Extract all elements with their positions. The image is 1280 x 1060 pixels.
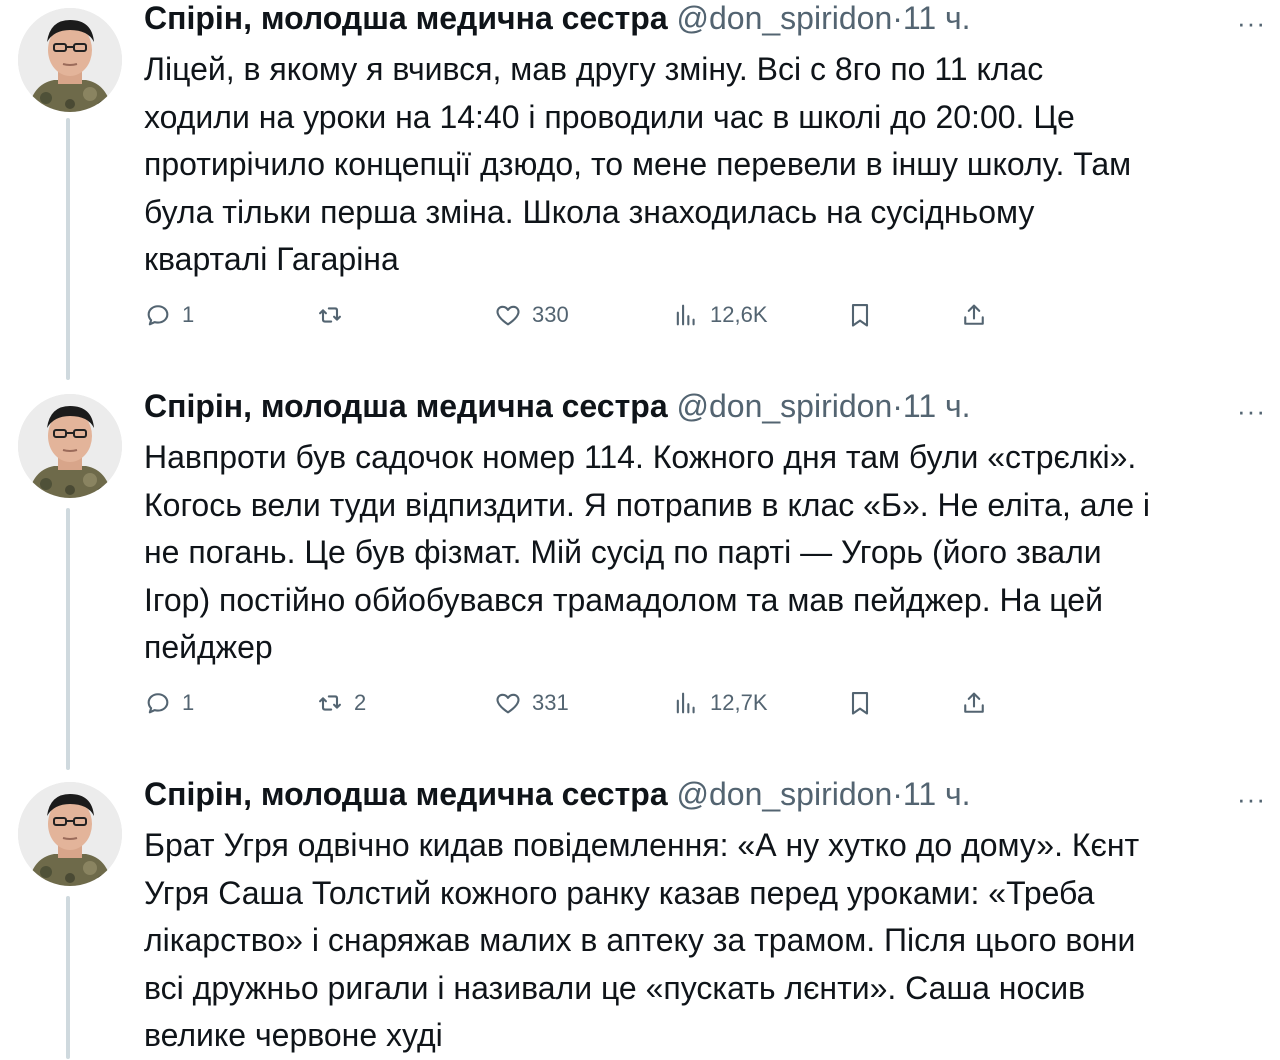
like-button[interactable]: 330 bbox=[494, 300, 569, 330]
share-icon bbox=[964, 304, 984, 325]
heart-icon bbox=[496, 305, 520, 326]
tweet-text-line: пейджер bbox=[144, 629, 273, 665]
timestamp[interactable]: 11 ч. bbox=[903, 0, 971, 36]
tweet-text-line: не погань. Це був фізмат. Мій сусід по п… bbox=[144, 534, 1102, 570]
reply-count: 1 bbox=[182, 690, 195, 715]
more-options-icon[interactable]: ··· bbox=[1237, 8, 1266, 39]
author-name[interactable]: Спірін, молодша медична сестра bbox=[144, 776, 668, 812]
profile-photo bbox=[18, 394, 122, 498]
author-name[interactable]: Спірін, молодша медична сестра bbox=[144, 0, 668, 36]
retweet-icon bbox=[319, 695, 341, 711]
tweet-text-line: Ліцей, в якому я вчився, мав другу зміну… bbox=[144, 51, 1044, 87]
tweet[interactable]: Спірін, молодша медична сестра @don_spir… bbox=[0, 388, 1280, 768]
tweet-text-line: Брат Угря одвічно кидав повідемлення: «А… bbox=[144, 827, 1140, 863]
like-count: 331 bbox=[532, 690, 569, 715]
timestamp[interactable]: 11 ч. bbox=[903, 388, 971, 424]
views-count: 12,7K bbox=[710, 690, 768, 715]
like-button[interactable]: 331 bbox=[494, 688, 569, 718]
author-handle[interactable]: @don_spiridon bbox=[677, 0, 893, 36]
views-chart-icon bbox=[676, 692, 695, 714]
profile-photo bbox=[18, 8, 122, 112]
more-options-icon[interactable]: ··· bbox=[1237, 396, 1266, 427]
tweet-header: Спірін, молодша медична сестра @don_spir… bbox=[144, 0, 971, 38]
like-count: 330 bbox=[532, 302, 569, 327]
tweet-text-line: кварталі Гагаріна bbox=[144, 241, 399, 277]
views-button[interactable]: 12,7K bbox=[672, 688, 768, 718]
timestamp[interactable]: 11 ч. bbox=[903, 776, 971, 812]
author-handle[interactable]: @don_spiridon bbox=[677, 388, 893, 424]
retweet-button[interactable] bbox=[316, 300, 354, 330]
avatar[interactable] bbox=[18, 394, 122, 498]
reply-button[interactable]: 1 bbox=[144, 688, 194, 718]
tweet-text-line: ходили на уроки на 14:40 і проводили час… bbox=[144, 98, 1075, 135]
views-button[interactable]: 12,6K bbox=[672, 300, 768, 330]
share-button[interactable] bbox=[960, 300, 988, 330]
bookmark-button[interactable] bbox=[846, 300, 874, 330]
tweet[interactable]: Спірін, молодша медична сестра @don_spir… bbox=[0, 776, 1280, 1059]
tweet-text-line: велике червоне худі bbox=[144, 1017, 443, 1053]
author-handle[interactable]: @don_spiridon bbox=[677, 776, 893, 812]
tweet-header: Спірін, молодша медична сестра @don_spir… bbox=[144, 774, 971, 814]
heart-icon bbox=[496, 693, 520, 714]
separator-dot: · bbox=[892, 388, 903, 424]
more-options-icon[interactable]: ··· bbox=[1237, 784, 1266, 815]
views-count: 12,6K bbox=[710, 302, 768, 327]
retweet-count: 2 bbox=[354, 690, 367, 715]
tweet-text-line: Угря Саша Толстий кожного ранку казав пе… bbox=[144, 874, 1095, 911]
tweet-text: Ліцей, в якому я вчився, мав другу зміну… bbox=[144, 46, 1254, 284]
tweet-header: Спірін, молодша медична сестра @don_spir… bbox=[144, 386, 971, 426]
tweet-text: Брат Угря одвічно кидав повідемлення: «А… bbox=[144, 822, 1254, 1060]
bookmark-icon bbox=[851, 304, 869, 327]
avatar[interactable] bbox=[18, 782, 122, 886]
share-icon bbox=[964, 692, 984, 713]
tweet-text-line: Когось вели туди відпиздити. Я потрапив … bbox=[144, 486, 1150, 523]
tweet[interactable]: Спірін, молодша медична сестра @don_spir… bbox=[0, 0, 1280, 380]
views-chart-icon bbox=[676, 304, 695, 326]
tweet-text-line: Навпроти був садочок номер 114. Кожного … bbox=[144, 439, 1137, 475]
bookmark-icon bbox=[851, 692, 869, 715]
bookmark-button[interactable] bbox=[846, 688, 874, 718]
tweet-actions: 1 330 12,6K bbox=[144, 300, 1144, 330]
avatar[interactable] bbox=[18, 8, 122, 112]
reply-icon bbox=[147, 305, 169, 326]
tweet-text-line: лікарство» і снаряжав малих в аптеку за … bbox=[144, 922, 1136, 958]
separator-dot: · bbox=[892, 0, 903, 36]
tweet-text-line: всі дружньо ригали і називали це «пускат… bbox=[144, 969, 1086, 1006]
tweet-actions: 1 2 331 12,7K bbox=[144, 688, 1144, 718]
retweet-button[interactable]: 2 bbox=[316, 688, 366, 718]
tweet-text: Навпроти був садочок номер 114. Кожного … bbox=[144, 434, 1254, 672]
tweet-text-line: протирічило концепції дзюдо, то мене пер… bbox=[144, 146, 1132, 182]
reply-count: 1 bbox=[182, 302, 195, 327]
share-button[interactable] bbox=[960, 688, 988, 718]
tweet-text-line: Ігор) постійно обйобувався трамадолом та… bbox=[144, 581, 1103, 618]
profile-photo bbox=[18, 782, 122, 886]
reply-icon bbox=[147, 693, 169, 714]
reply-button[interactable]: 1 bbox=[144, 300, 194, 330]
author-name[interactable]: Спірін, молодша медична сестра bbox=[144, 388, 668, 424]
separator-dot: · bbox=[892, 776, 903, 812]
retweet-icon bbox=[319, 307, 341, 323]
tweet-text-line: була тільки перша зміна. Школа знаходила… bbox=[144, 193, 1035, 230]
